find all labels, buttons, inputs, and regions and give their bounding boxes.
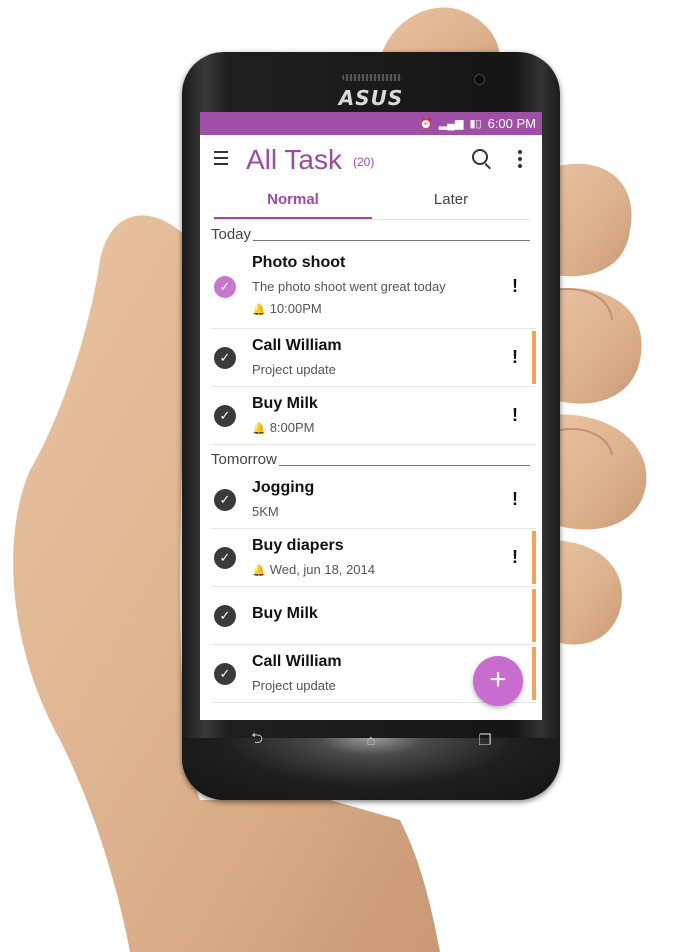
back-icon[interactable]: ⮌	[237, 728, 277, 753]
task-note: 5KM	[252, 504, 279, 519]
page-title: All Task	[246, 144, 342, 175]
tab-bar: Normal Later	[214, 185, 530, 220]
status-time: 6:00 PM	[487, 116, 536, 131]
task-name: Buy Milk	[252, 605, 318, 622]
reminder-time: 8:00PM	[269, 420, 315, 435]
home-icon[interactable]: ⌂	[351, 732, 391, 749]
nav-bar: ⮌ ⌂ ❐	[200, 722, 542, 758]
task-note: Project update	[252, 678, 336, 693]
list-item[interactable]: ✓ Jogging 5KM!	[212, 471, 536, 529]
bell-icon: 🔔	[252, 565, 266, 577]
search-icon[interactable]	[472, 149, 488, 165]
priority-icon[interactable]: !	[512, 547, 518, 568]
task-note: The photo shoot went great today	[252, 279, 446, 294]
status-bar: ⏰ ▂▄▆ ▮▯ 6:00 PM	[200, 112, 542, 135]
task-list: Today ✓ Photo shoot The photo shoot went gr…	[200, 220, 542, 703]
priority-accent-bar	[532, 647, 536, 700]
section-title: Tomorrow	[211, 451, 279, 468]
task-checkbox[interactable]: ✓	[214, 547, 236, 569]
list-item[interactable]: ✓ Buy diapers 🔔 Wed, jun 18, 2014!	[212, 529, 536, 587]
menu-icon[interactable]	[214, 151, 228, 165]
alarm-icon: ⏰	[419, 118, 433, 130]
reminder-time: 10:00PM	[269, 301, 322, 316]
task-name: Buy diapers	[252, 537, 344, 554]
priority-accent-bar	[532, 589, 536, 642]
front-camera	[474, 74, 485, 85]
task-reminder: 🔔 10:00PM	[252, 301, 322, 316]
task-count: (20)	[353, 155, 375, 169]
add-task-button[interactable]: +	[473, 656, 523, 706]
task-note: Project update	[252, 362, 336, 377]
priority-icon[interactable]: !	[512, 276, 518, 297]
priority-icon[interactable]: !	[512, 405, 518, 426]
list-item[interactable]: ✓ Buy Milk 🔔 8:00PM!	[212, 387, 536, 445]
task-name: Buy Milk	[252, 395, 318, 412]
priority-accent-bar	[532, 531, 536, 584]
app-bar: All Task (20)	[200, 135, 542, 185]
priority-icon[interactable]: !	[512, 489, 518, 510]
recents-icon[interactable]: ❐	[465, 731, 505, 749]
tab-later[interactable]: Later	[372, 185, 530, 219]
list-item[interactable]: ✓ Photo shoot The photo shoot went great t…	[212, 246, 536, 329]
task-name: Photo shoot	[252, 254, 346, 271]
list-item[interactable]: ✓ Call William Project update!	[212, 329, 536, 387]
brand-logo: ASUS	[338, 86, 404, 110]
signal-icon: ▂▄▆	[438, 118, 464, 130]
tab-normal[interactable]: Normal	[214, 185, 372, 219]
battery-icon: ▮▯	[469, 118, 482, 130]
bell-icon: 🔔	[252, 304, 266, 316]
section-header: Tomorrow	[211, 445, 530, 471]
more-icon[interactable]	[518, 150, 522, 171]
task-checkbox[interactable]: ✓	[214, 347, 236, 369]
section-header: Today	[211, 220, 530, 246]
section-title: Today	[211, 226, 254, 243]
task-checkbox[interactable]: ✓	[214, 605, 236, 627]
task-checkbox[interactable]: ✓	[214, 276, 236, 298]
phone-device: ASUS ⏰ ▂▄▆ ▮▯ 6:00 PM All Task (20) Norm…	[182, 52, 560, 800]
task-name: Call William	[252, 337, 342, 354]
task-reminder: 🔔 Wed, jun 18, 2014	[252, 562, 375, 577]
task-checkbox[interactable]: ✓	[214, 405, 236, 427]
task-checkbox[interactable]: ✓	[214, 663, 236, 685]
priority-accent-bar	[532, 331, 536, 384]
task-checkbox[interactable]: ✓	[214, 489, 236, 511]
priority-icon[interactable]: !	[512, 347, 518, 368]
task-name: Jogging	[252, 479, 315, 496]
app-screen: ⏰ ▂▄▆ ▮▯ 6:00 PM All Task (20) Normal La…	[200, 112, 542, 720]
earpiece-speaker	[342, 74, 402, 81]
list-item[interactable]: ✓ Buy Milk	[212, 587, 536, 645]
reminder-time: Wed, jun 18, 2014	[269, 562, 375, 577]
task-name: Call William	[252, 653, 342, 670]
bell-icon: 🔔	[252, 423, 266, 435]
task-reminder: 🔔 8:00PM	[252, 420, 315, 435]
